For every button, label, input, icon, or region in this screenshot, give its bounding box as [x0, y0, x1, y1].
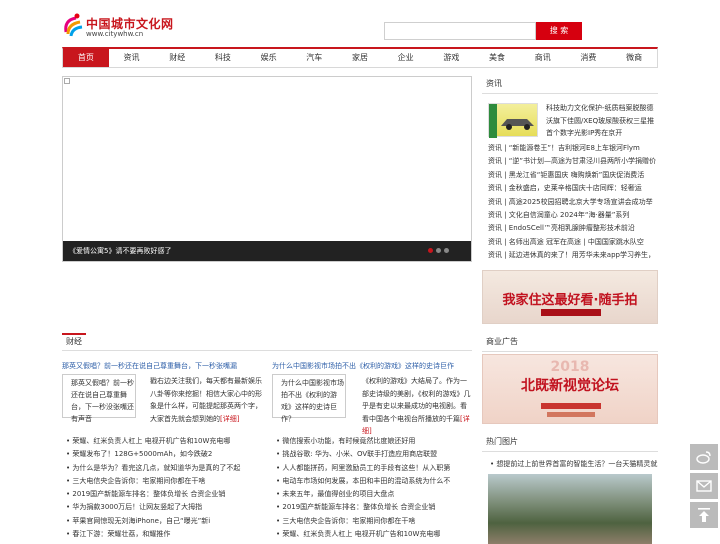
list-item[interactable]: 资讯 | “逆”书计划—高途为甘肃泾川县两所小学捐赠价 — [488, 155, 658, 168]
list-item[interactable]: 资讯 | 黑龙江省“钜惠国庆 嗨购焕新”国庆促消费活 — [488, 169, 658, 182]
finance-left-column: 那英又假唱？前一秒还在说自己尊重舞台，下一秒张嘴漏 那英又假唱？前一秒还在说自己… — [62, 361, 262, 541]
finance-left-image-alt: 那英又假唱？前一秒还在说自己尊重舞台，下一秒没张嘴还有声音 — [71, 379, 134, 423]
list-item[interactable]: 春江下游：荣耀壮荔，和耀推作 — [66, 528, 262, 541]
nav-item-news[interactable]: 资讯 — [109, 49, 155, 67]
finance-title: 财经 — [62, 333, 86, 351]
list-item[interactable]: 微信搜索小功能，有时候竟然比度娘还好用 — [276, 435, 472, 448]
promo-banner[interactable]: 我家住这最好看·随手拍 — [482, 270, 658, 324]
nav-item-tech[interactable]: 科技 — [200, 49, 246, 67]
list-item[interactable]: 资讯 | 名师出高途 冠军在高途 | 中国国家跳水队空 — [488, 236, 658, 249]
list-item[interactable]: 资讯 | 延边进休真的来了！用芳华未来app学习养生， — [488, 249, 658, 262]
list-item[interactable]: 荣耀发布了！128G+5000mAh，如今跌破2 — [66, 448, 262, 461]
nav-item-games[interactable]: 游戏 — [429, 49, 475, 67]
floating-side-buttons — [690, 444, 718, 531]
main-nav: 首页 资讯 财经 科技 娱乐 汽车 家居 企业 游戏 美食 商讯 消费 微商 — [62, 47, 658, 68]
right-news-top-text[interactable]: 科技助力文化保护-纸质档案脱酸德沃旗下佳圆/XEQ玻尿酸获权三星推首个数字光影I… — [546, 102, 656, 140]
ad-title: 商业广告 — [486, 337, 518, 346]
hot-images-title: 热门图片 — [486, 437, 518, 446]
list-item[interactable]: 人人都能拼药，阿里激励员工的手段有这些！从入职第 — [276, 462, 472, 475]
slider-dots — [428, 248, 449, 253]
list-item[interactable]: 2019国产新能源车排名：整体负增长 合资企业销 — [66, 488, 262, 501]
nav-item-entertainment[interactable]: 娱乐 — [246, 49, 292, 67]
nav-item-wechat-business[interactable]: 微商 — [611, 49, 657, 67]
list-item[interactable]: 荣耀、红米负责人杠上 电视开机广告和10W充电哪 — [66, 435, 262, 448]
ad-header: 商业广告 — [482, 334, 658, 352]
finance-left-desc: 戳右边关注我们，每天都有最新娱乐八卦等你来挖掘！相信大家心中的形象是什么样，可能… — [150, 375, 262, 425]
header: 中国城市文化网 www.citywhw.cn 搜 索 — [62, 10, 662, 42]
promo-banner-subbar — [541, 309, 601, 316]
logo-emblem-icon — [64, 13, 83, 37]
nav-item-auto[interactable]: 汽车 — [291, 49, 337, 67]
finance-right-image[interactable]: 为什么中国影视市场拍不出《权利的游戏》这样的史诗巨作？ — [272, 374, 346, 423]
hot-image-caption[interactable]: • 想提前过上前世界首富的智能生活？一台天猫精灵就 — [490, 459, 657, 469]
list-item[interactable]: 资讯 | “新能源卷王”！吉利银河E8上车银河Flym — [488, 142, 658, 155]
list-item[interactable]: 资讯 | 高途2025校园招聘北京大学专场宣讲会成功举 — [488, 196, 658, 209]
weibo-icon[interactable] — [690, 444, 718, 470]
slider-dot[interactable] — [428, 248, 433, 253]
slider-dot[interactable] — [436, 248, 441, 253]
list-item[interactable]: 荣耀、红米负责人杠上 电视开机广告和10W充电哪 — [276, 528, 472, 541]
ad-banner-year: 2018 — [550, 359, 590, 375]
list-item[interactable]: 未来五年，最值得创业的项目大盘点 — [276, 488, 472, 501]
car-image-icon — [489, 104, 534, 138]
finance-right-image-alt: 为什么中国影视市场拍不出《权利的游戏》这样的史诗巨作？ — [281, 379, 344, 423]
hot-image-caption-text: 想提前过上前世界首富的智能生活？一台天猫精灵就 — [496, 460, 658, 468]
promo-banner-text: 我家住这最好看·随手拍 — [502, 293, 638, 308]
list-item[interactable]: 为什么是华为？看完这几点，就知道华为是真的了不起 — [66, 462, 262, 475]
finance-left-more-link[interactable]: [详细] — [220, 415, 239, 423]
list-item[interactable]: 电动车市场如何发展，本田和丰田的混动系统为什么不 — [276, 475, 472, 488]
ad-banner-subbar — [547, 412, 595, 417]
mail-icon[interactable] — [690, 473, 718, 499]
right-news-list: 资讯 | “新能源卷王”！吉利银河E8上车银河Flym 资讯 | “逆”书计划—… — [488, 142, 658, 263]
finance-left-list: 荣耀、红米负责人杠上 电视开机广告和10W充电哪 荣耀发布了！128G+5000… — [66, 435, 262, 541]
list-item[interactable]: 2019国产新能源车排名：整体负增长 合资企业销 — [276, 501, 472, 514]
search-button[interactable]: 搜 索 — [536, 22, 582, 40]
finance-right-list: 微信搜索小功能，有时候竟然比度娘还好用 挑战谷歌: 华为、小米、OV联手打造应用… — [276, 435, 472, 541]
nav-item-business-news[interactable]: 商讯 — [520, 49, 566, 67]
ad-banner-title: 北既新视觉论坛 — [521, 378, 619, 394]
list-item[interactable]: 华为捐款3000万后！让网友竖起了大拇指 — [66, 501, 262, 514]
logo-url: www.citywhw.cn — [86, 30, 144, 38]
news-thumbnail[interactable] — [488, 103, 538, 138]
hot-images-header: 热门图片 — [482, 434, 658, 452]
slider-broken-image-icon — [64, 78, 70, 84]
list-item[interactable]: 三大电信央企告诉你：宅家期间你都在干啥 — [66, 475, 262, 488]
right-news-header: 资讯 — [482, 76, 658, 94]
search-input[interactable] — [384, 22, 536, 40]
finance-right-desc: 《权利的游戏》大结局了。作为一部史诗级的美剧，《权利的游戏》几乎是有史以来最成功… — [362, 375, 472, 438]
finance-right-desc-text: 《权利的游戏》大结局了。作为一部史诗级的美剧，《权利的游戏》几乎是有史以来最成功… — [362, 377, 471, 423]
slider-caption[interactable]: 《爱情公寓5》请不要再败好感了 — [69, 241, 171, 261]
list-item[interactable]: 挑战谷歌: 华为、小米、OV联手打造应用商店联盟 — [276, 448, 472, 461]
headline-slider[interactable]: 《爱情公寓5》请不要再败好感了 — [62, 76, 472, 262]
hot-image[interactable] — [488, 474, 652, 544]
finance-right-headline[interactable]: 为什么中国影视市场拍不出《权利的游戏》这样的史诗巨作 — [272, 362, 454, 370]
finance-left-headline[interactable]: 那英又假唱？前一秒还在说自己尊重舞台，下一秒张嘴漏 — [62, 362, 237, 370]
finance-left-image[interactable]: 那英又假唱？前一秒还在说自己尊重舞台，下一秒没张嘴还有声音 — [62, 374, 136, 423]
list-item[interactable]: 资讯 | 文化自信润童心 2024年“海·器量”系列 — [488, 209, 658, 222]
nav-item-finance[interactable]: 财经 — [154, 49, 200, 67]
list-item[interactable]: 苹果官网惊现无刘海iPhone，自己“曝光”新i — [66, 515, 262, 528]
nav-item-home[interactable]: 首页 — [63, 49, 109, 67]
slider-dot[interactable] — [444, 248, 449, 253]
nav-item-food[interactable]: 美食 — [474, 49, 520, 67]
ad-banner-subbar — [541, 403, 601, 409]
nav-item-home-living[interactable]: 家居 — [337, 49, 383, 67]
back-to-top-icon[interactable] — [690, 502, 718, 528]
finance-left-desc-text: 戳右边关注我们，每天都有最新娱乐八卦等你来挖掘！相信大家心中的形象是什么样，可能… — [150, 377, 262, 423]
nav-item-consumer[interactable]: 消费 — [566, 49, 612, 67]
list-item[interactable]: 资讯 | EndoSCell™亮相乳腺肿瘤整形技术前沿 — [488, 222, 658, 235]
slider-caption-bar: 《爱情公寓5》请不要再败好感了 — [63, 241, 471, 261]
right-news-title: 资讯 — [486, 79, 502, 88]
nav-item-enterprise[interactable]: 企业 — [383, 49, 429, 67]
ad-banner[interactable]: 2018 北既新视觉论坛 — [482, 354, 658, 424]
finance-right-column: 为什么中国影视市场拍不出《权利的游戏》这样的史诗巨作 为什么中国影视市场拍不出《… — [272, 361, 472, 541]
finance-header: 财经 — [62, 333, 472, 351]
list-item[interactable]: 资讯 | 金秋盛启，史莱辛格国庆十店同辉：轻奢运 — [488, 182, 658, 195]
site-logo[interactable]: 中国城市文化网 www.citywhw.cn — [62, 12, 173, 42]
list-item[interactable]: 三大电信央企告诉你：宅家期间你都在干啥 — [276, 515, 472, 528]
